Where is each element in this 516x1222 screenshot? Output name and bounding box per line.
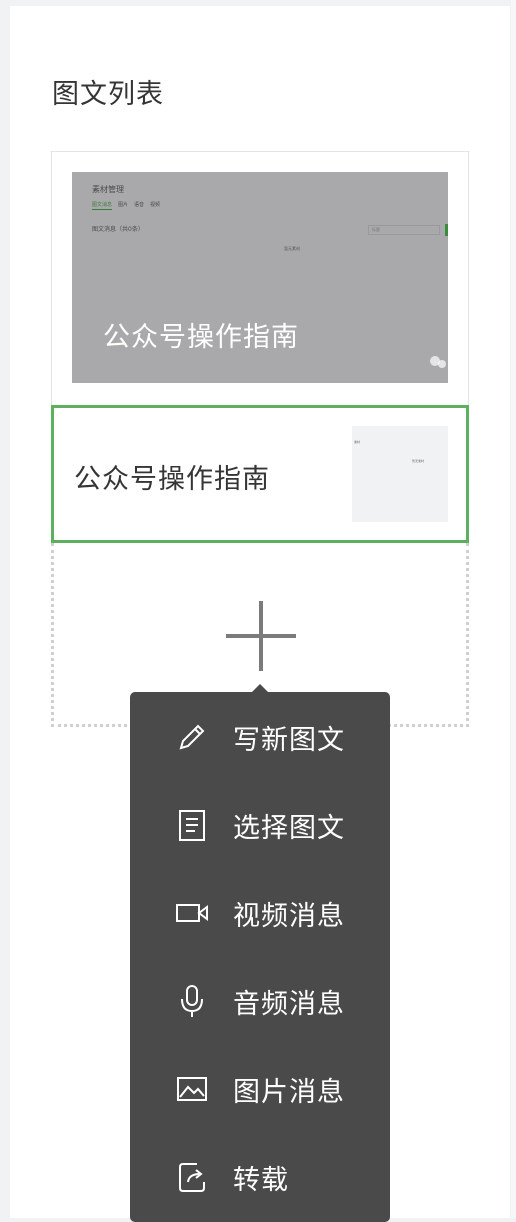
menu-item-write-new[interactable]: 写新图文 bbox=[130, 692, 390, 780]
article-cover-card[interactable]: 素材管理 图文消息 图片 语音 视频 图文消息（共0条） 标题 暂无素材 公众号… bbox=[72, 172, 448, 383]
cover-preview-tab: 视频 bbox=[150, 202, 161, 208]
add-plus-icon[interactable] bbox=[226, 601, 296, 671]
menu-item-label: 转载 bbox=[233, 1165, 289, 1196]
document-icon bbox=[179, 810, 205, 841]
cover-preview-heading: 素材管理 bbox=[92, 185, 124, 194]
cover-preview-button bbox=[445, 224, 448, 236]
menu-item-label: 音频消息 bbox=[233, 989, 345, 1020]
menu-item-label: 写新图文 bbox=[233, 725, 345, 756]
cover-preview-center-text: 暂无素材 bbox=[284, 246, 300, 251]
share-icon bbox=[179, 1163, 205, 1192]
cover-article-title: 公众号操作指南 bbox=[103, 322, 299, 353]
menu-item-image-message[interactable]: 图片消息 bbox=[130, 1044, 390, 1132]
thumbnail-preview-text: 素材 bbox=[354, 440, 361, 444]
menu-item-video-message[interactable]: 视频消息 bbox=[130, 868, 390, 956]
menu-item-label: 选择图文 bbox=[233, 813, 345, 844]
article-item-title: 公众号操作指南 bbox=[74, 464, 270, 495]
menu-item-label: 图片消息 bbox=[233, 1077, 345, 1108]
video-camera-icon bbox=[176, 904, 208, 922]
cover-preview-tab: 语音 bbox=[134, 202, 145, 208]
page-title: 图文列表 bbox=[52, 79, 164, 110]
image-icon bbox=[177, 1077, 207, 1101]
article-item-selected[interactable]: 公众号操作指南 素材 暂无素材 bbox=[51, 405, 469, 543]
cover-preview-tab: 图文消息 bbox=[92, 202, 113, 208]
cover-preview-search: 标题 bbox=[368, 225, 440, 235]
menu-pointer-arrow bbox=[252, 684, 268, 692]
article-item-thumbnail: 素材 暂无素材 bbox=[352, 426, 448, 522]
microphone-icon bbox=[181, 985, 203, 1017]
cover-preview-tab: 图片 bbox=[118, 202, 129, 208]
menu-item-audio-message[interactable]: 音频消息 bbox=[130, 956, 390, 1044]
menu-item-repost[interactable]: 转载 bbox=[130, 1132, 390, 1220]
add-content-menu: 写新图文 选择图文 视频消息 音频消息 图片消息 转载 bbox=[130, 692, 390, 1222]
right-edge-strip bbox=[511, 0, 516, 1218]
cover-preview-subtitle: 图文消息（共0条） bbox=[92, 226, 144, 233]
pencil-icon bbox=[179, 724, 205, 750]
cover-preview-tab-underline bbox=[92, 209, 112, 210]
menu-item-select-article[interactable]: 选择图文 bbox=[130, 780, 390, 868]
thumbnail-preview-text: 暂无素材 bbox=[412, 459, 425, 463]
menu-item-label: 视频消息 bbox=[233, 901, 345, 932]
cover-preview-tabs: 图文消息 图片 语音 视频 bbox=[92, 201, 160, 208]
corner-decoration-icon bbox=[430, 356, 446, 368]
